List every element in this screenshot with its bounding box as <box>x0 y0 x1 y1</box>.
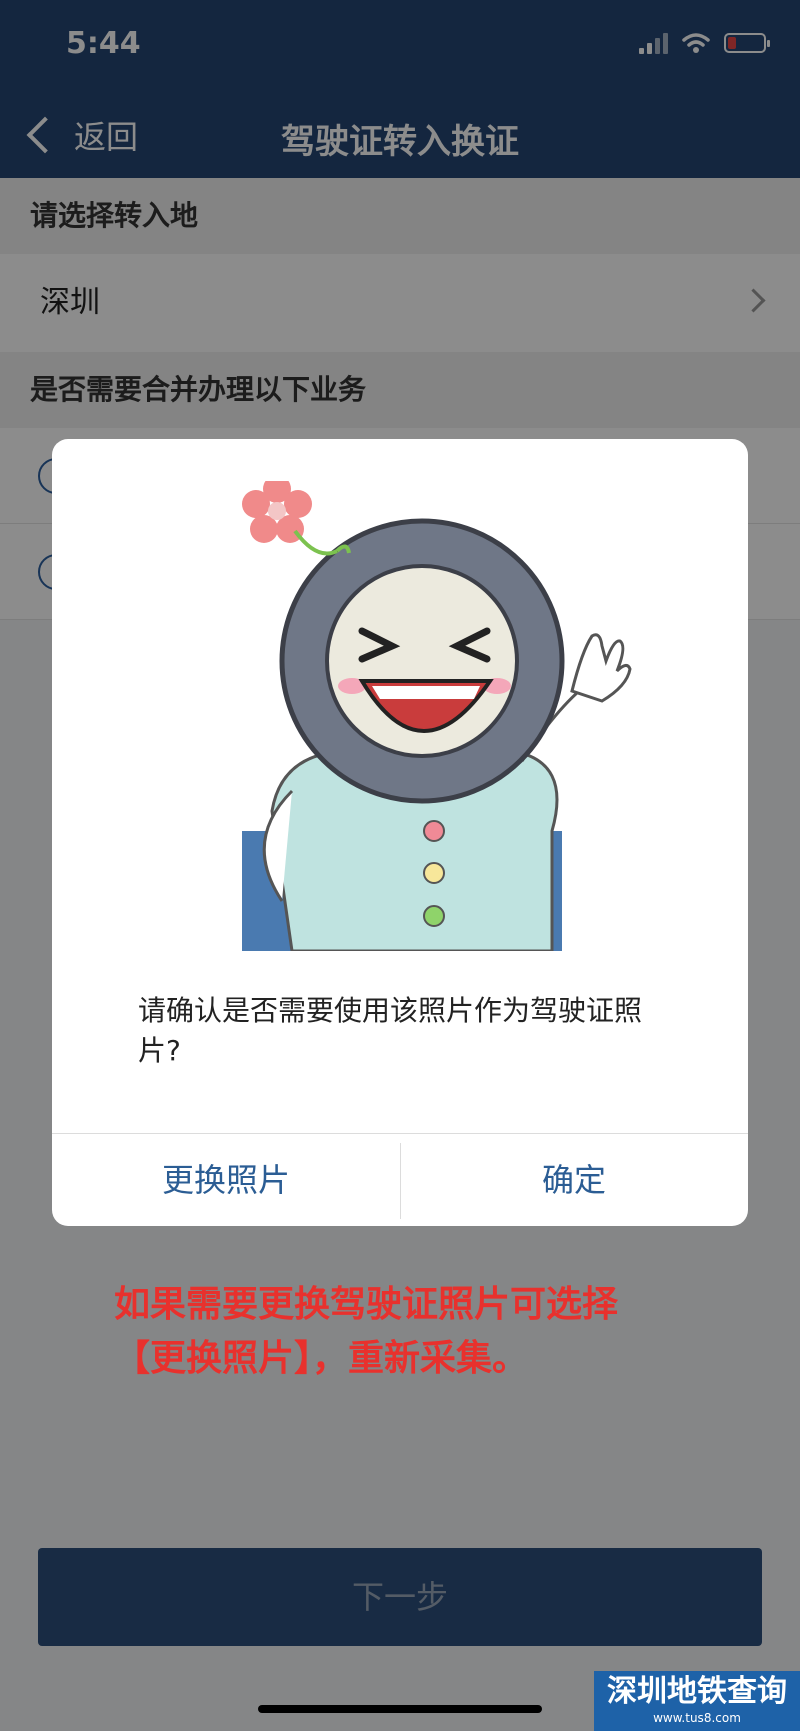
dialog-message: 请确认是否需要使用该照片作为驾驶证照片? <box>138 994 643 1067</box>
confirm-photo-dialog: 请确认是否需要使用该照片作为驾驶证照片? 更换照片 确定 <box>52 439 748 1226</box>
annotation-line-2: 【更换照片】，重新采集。 <box>114 1338 529 1379</box>
photo-preview-image <box>242 481 632 951</box>
confirm-button[interactable]: 确定 <box>400 1134 748 1226</box>
annotation-note: 如果需要更换驾驶证照片可选择 【更换照片】，重新采集。 <box>114 1278 714 1386</box>
watermark-logo: 深圳地铁查询 www.tus8.com <box>594 1671 800 1731</box>
change-photo-button[interactable]: 更换照片 <box>52 1134 400 1226</box>
home-indicator <box>258 1705 542 1713</box>
watermark-title: 深圳地铁查询 <box>607 1674 787 1709</box>
watermark-url: www.tus8.com <box>653 1711 741 1725</box>
annotation-line-1: 如果需要更换驾驶证照片可选择 <box>114 1284 619 1325</box>
